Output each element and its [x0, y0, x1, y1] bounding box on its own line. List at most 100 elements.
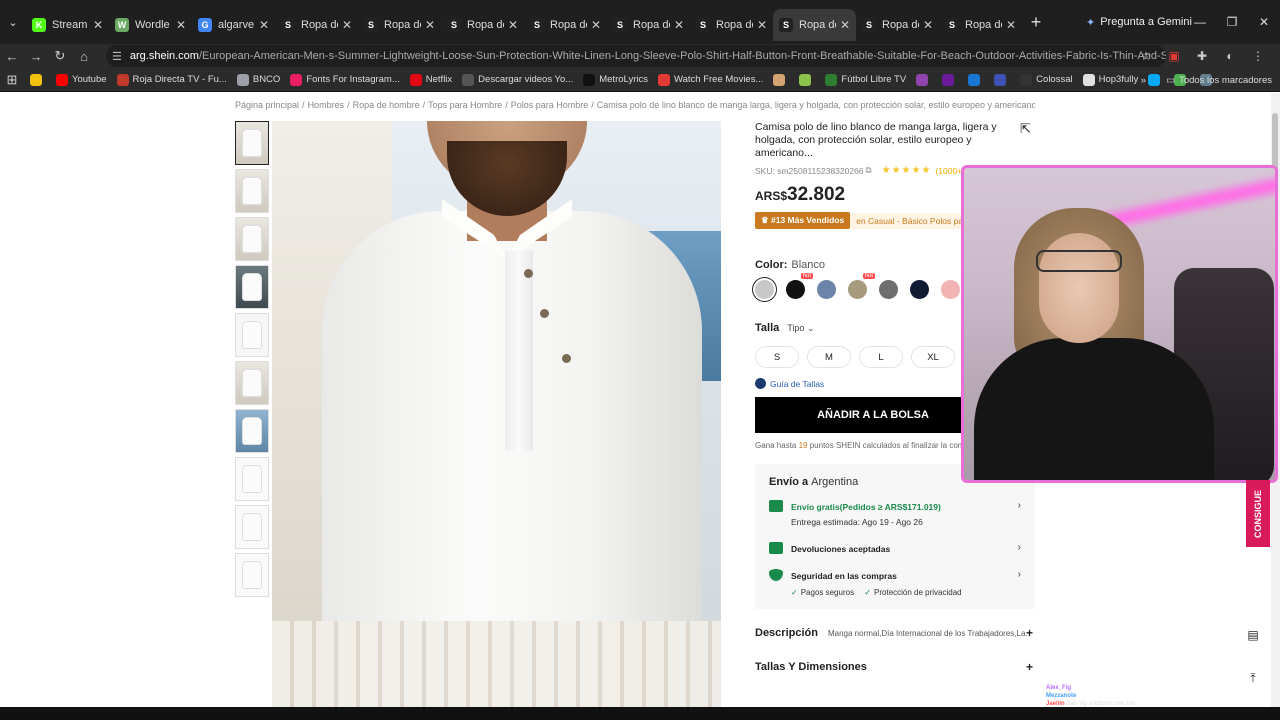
apps-grid-icon[interactable]: ⊞	[0, 72, 24, 88]
color-swatch[interactable]	[879, 280, 898, 299]
browser-tab[interactable]: S Ropa de ✕	[358, 9, 441, 41]
bookmark-item[interactable]	[30, 73, 46, 86]
thumbnail[interactable]	[235, 169, 269, 213]
browser-tab[interactable]: Galgarve p ✕	[192, 9, 275, 41]
breadcrumb-item[interactable]: Ropa de hombre	[353, 100, 420, 110]
close-tab-icon[interactable]: ✕	[425, 18, 435, 32]
thumbnail[interactable]	[235, 553, 269, 597]
bookmark-item[interactable]: Hop3fully	[1082, 73, 1138, 86]
close-tab-icon[interactable]: ✕	[840, 18, 850, 32]
browser-tab[interactable]: S Ropa de ✕	[690, 9, 773, 41]
bookmark-item[interactable]: Youtube	[56, 73, 107, 86]
bookmark-item[interactable]	[773, 73, 789, 86]
share-icon[interactable]: ⇱	[1020, 121, 1031, 137]
restore-icon[interactable]: ❐	[1216, 15, 1248, 29]
cart-floating-icon[interactable]: ▤	[1246, 628, 1260, 642]
breadcrumb-item[interactable]: Hombres	[308, 100, 345, 110]
size-type-dropdown[interactable]: Tipo ⌄	[787, 323, 814, 334]
back-icon[interactable]: ←	[0, 49, 24, 64]
size-option[interactable]: L	[859, 346, 903, 368]
new-tab-button[interactable]: +	[1022, 12, 1050, 33]
browser-tab[interactable]: S Ropa de ✕	[441, 9, 524, 41]
reload-icon[interactable]: ↻	[48, 48, 72, 64]
close-tab-icon[interactable]: ✕	[591, 18, 601, 32]
close-window-icon[interactable]: ✕	[1248, 15, 1280, 29]
thumbnail[interactable]	[235, 457, 269, 501]
color-swatch[interactable]	[755, 280, 774, 299]
site-info-icon[interactable]: ☰	[112, 50, 122, 63]
thumbnail[interactable]	[235, 265, 269, 309]
description-row[interactable]: Descripción Manga normal,Día Internacion…	[755, 626, 1035, 640]
color-swatch[interactable]	[941, 280, 960, 299]
close-tab-icon[interactable]: ✕	[757, 18, 767, 32]
size-option[interactable]: XL	[911, 346, 955, 368]
close-tab-icon[interactable]: ✕	[508, 18, 518, 32]
close-tab-icon[interactable]: ✕	[1006, 18, 1016, 32]
color-swatch[interactable]	[910, 280, 929, 299]
browser-tab[interactable]: S Ropa de ✕	[275, 9, 358, 41]
bookmark-item[interactable]: Fútbol Libre TV	[825, 73, 906, 86]
color-swatch[interactable]	[817, 280, 836, 299]
close-tab-icon[interactable]: ✕	[176, 18, 186, 32]
security-row[interactable]: Seguridad en las compras ›	[769, 569, 1021, 584]
size-option[interactable]: M	[807, 346, 851, 368]
bookmark-item[interactable]: Netflix	[409, 73, 452, 86]
close-tab-icon[interactable]: ✕	[674, 18, 684, 32]
thumbnail[interactable]	[235, 361, 269, 405]
main-product-image[interactable]	[272, 121, 721, 720]
extension-icon[interactable]: ▣	[1160, 49, 1188, 63]
minimize-icon[interactable]: —	[1184, 15, 1216, 29]
all-bookmarks-button[interactable]: » ▭ Todos los marcadores	[1141, 68, 1272, 92]
breadcrumb-item[interactable]: Tops para Hombre	[428, 100, 502, 110]
bookmark-item[interactable]	[994, 73, 1010, 86]
bookmark-item[interactable]	[916, 73, 932, 86]
thumbnail[interactable]	[235, 313, 269, 357]
breadcrumb-item[interactable]: Camisa polo de lino blanco de manga larg…	[597, 100, 1035, 110]
bookmark-star-icon[interactable]: ☆	[1132, 49, 1160, 63]
bookmark-item[interactable]: MetroLyrics	[583, 73, 648, 86]
more-bookmarks-icon[interactable]: »	[1141, 75, 1146, 86]
thumbnail[interactable]	[235, 217, 269, 261]
free-shipping-row[interactable]: Envío gratis(Pedidos ≥ ARS$171.019) Entr…	[769, 500, 1021, 530]
browser-tab[interactable]: S Ropa de ✕	[773, 9, 856, 41]
browser-tab[interactable]: S Ropa de ✕	[607, 9, 690, 41]
size-option[interactable]: S	[755, 346, 799, 368]
browser-tab[interactable]: S Ropa de ✕	[856, 9, 939, 41]
color-swatch[interactable]: hot	[786, 273, 813, 299]
add-to-bag-button[interactable]: AÑADIR A LA BOLSA	[755, 397, 991, 433]
bookmark-item[interactable]	[968, 73, 984, 86]
bookmark-item[interactable]: Watch Free Movies...	[657, 73, 763, 86]
browser-tab[interactable]: S Ropa de ✕	[524, 9, 607, 41]
url-input[interactable]: ☰ arg.shein.com/European-American-Men-s-…	[106, 45, 1166, 67]
breadcrumb-item[interactable]: Página principal	[235, 100, 299, 110]
copy-icon[interactable]: ⧉	[866, 165, 872, 176]
bookmark-item[interactable]: Descargar videos Yo...	[462, 73, 573, 86]
close-tab-icon[interactable]: ✕	[342, 18, 352, 32]
browser-tab[interactable]: W Wordle E ✕	[109, 9, 192, 41]
tab-search-dropdown-icon[interactable]: ⌄	[0, 0, 26, 44]
consigue-tab[interactable]: CONSIGUE	[1246, 480, 1270, 547]
bookmark-item[interactable]: Colossal	[1020, 73, 1073, 86]
close-tab-icon[interactable]: ✕	[259, 18, 269, 32]
back-to-top-icon[interactable]: ⤒	[1246, 671, 1260, 685]
returns-row[interactable]: Devoluciones aceptadas ›	[769, 542, 1021, 557]
home-icon[interactable]: ⌂	[72, 49, 96, 64]
thumbnail[interactable]	[235, 409, 269, 453]
thumbnail[interactable]	[235, 121, 269, 165]
bookmark-item[interactable]: Fonts For Instagram...	[290, 73, 400, 86]
bookmark-item[interactable]	[799, 73, 815, 86]
bookmark-item[interactable]: Roja Directa TV - Fu...	[116, 73, 227, 86]
bookmark-item[interactable]	[942, 73, 958, 86]
profile-avatar[interactable]: ◐	[1216, 49, 1244, 63]
close-tab-icon[interactable]: ✕	[923, 18, 933, 32]
color-swatch[interactable]: hot	[848, 273, 875, 299]
menu-icon[interactable]: ⋮	[1244, 49, 1272, 63]
gemini-button[interactable]: ✦ Pregunta a Gemini	[1086, 16, 1192, 29]
size-dimensions-row[interactable]: Tallas Y Dimensiones +	[755, 660, 1035, 674]
thumbnail[interactable]	[235, 505, 269, 549]
breadcrumb-item[interactable]: Polos para Hombre	[511, 100, 589, 110]
browser-tab[interactable]: S Ropa de ✕	[939, 9, 1022, 41]
forward-icon[interactable]: →	[24, 49, 48, 64]
close-tab-icon[interactable]: ✕	[93, 18, 103, 32]
browser-tab[interactable]: K Stream - ✕	[26, 9, 109, 41]
